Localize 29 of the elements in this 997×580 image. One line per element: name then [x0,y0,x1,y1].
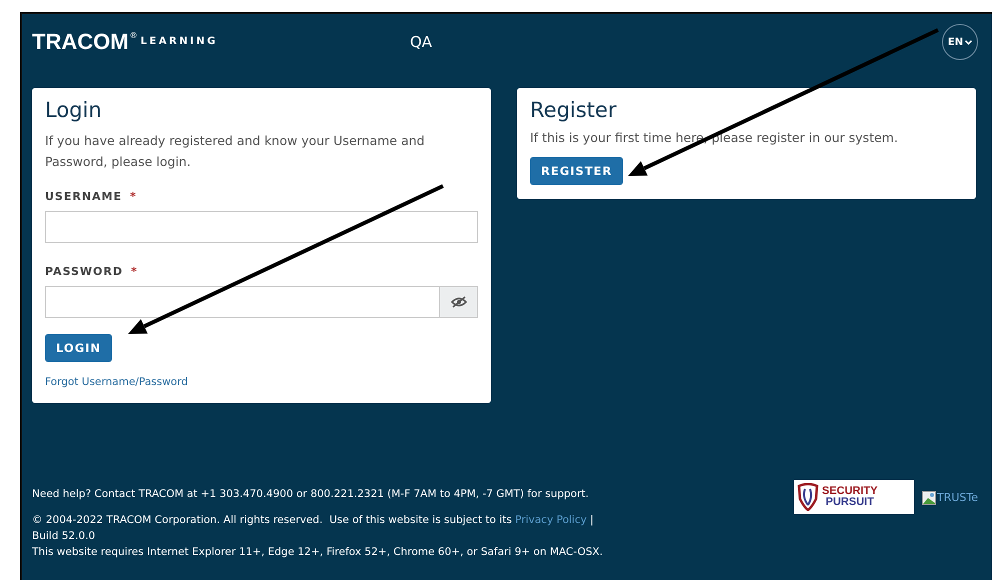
register-button[interactable]: REGISTER [530,157,624,185]
registered-mark: ® [130,31,138,40]
logo-text: PURSUIT [826,497,874,508]
brand-subtitle: LEARNING [140,36,218,47]
truste-alt-text: TRUSTe [936,490,978,506]
login-button[interactable]: LOGIN [45,334,112,362]
language-selector[interactable]: EN [942,24,978,60]
build-text: Build 52.0.0 [32,529,96,544]
privacy-policy-link[interactable]: Privacy Policy [515,514,587,526]
login-title: Login [45,98,103,122]
copyright-text: © 2004-2022 TRACOM Corporation. All rights reserved. Use of this website is subject to its Privacy Policy | [32,513,595,528]
shield-icon [796,483,819,511]
help-text: Need help? Contact TRACOM at +1 303.470.4900 or 800.221.2321 (M-F 7AM to 4PM, -7 GMT) for support. [32,487,590,502]
required-mark: * [130,190,137,203]
hide-password-icon[interactable] [439,287,477,317]
username-field[interactable] [45,211,478,243]
field-label: PASSWORD [45,265,124,278]
register-title: Register [530,98,618,122]
chevron-icon [965,40,972,44]
environment-label: QA [410,33,434,51]
broken-image-icon [922,491,936,505]
required-mark: * [131,265,138,278]
password-field[interactable] [45,286,478,318]
field-label: USERNAME [45,190,122,203]
brand-name: TRACOM [32,29,129,55]
login-intro: If you have already registered and know your Username and Password, please login. [45,132,426,171]
requirements-text: This website requires Internet Explorer 11+, Edge 12+, Firefox 52+, Chrome 60+, or Safari 9+ on MAC-OSX. [32,545,604,560]
forgot-password-link[interactable]: Forgot Username/Password [45,376,188,388]
logo-text: SECURITY [822,486,878,497]
